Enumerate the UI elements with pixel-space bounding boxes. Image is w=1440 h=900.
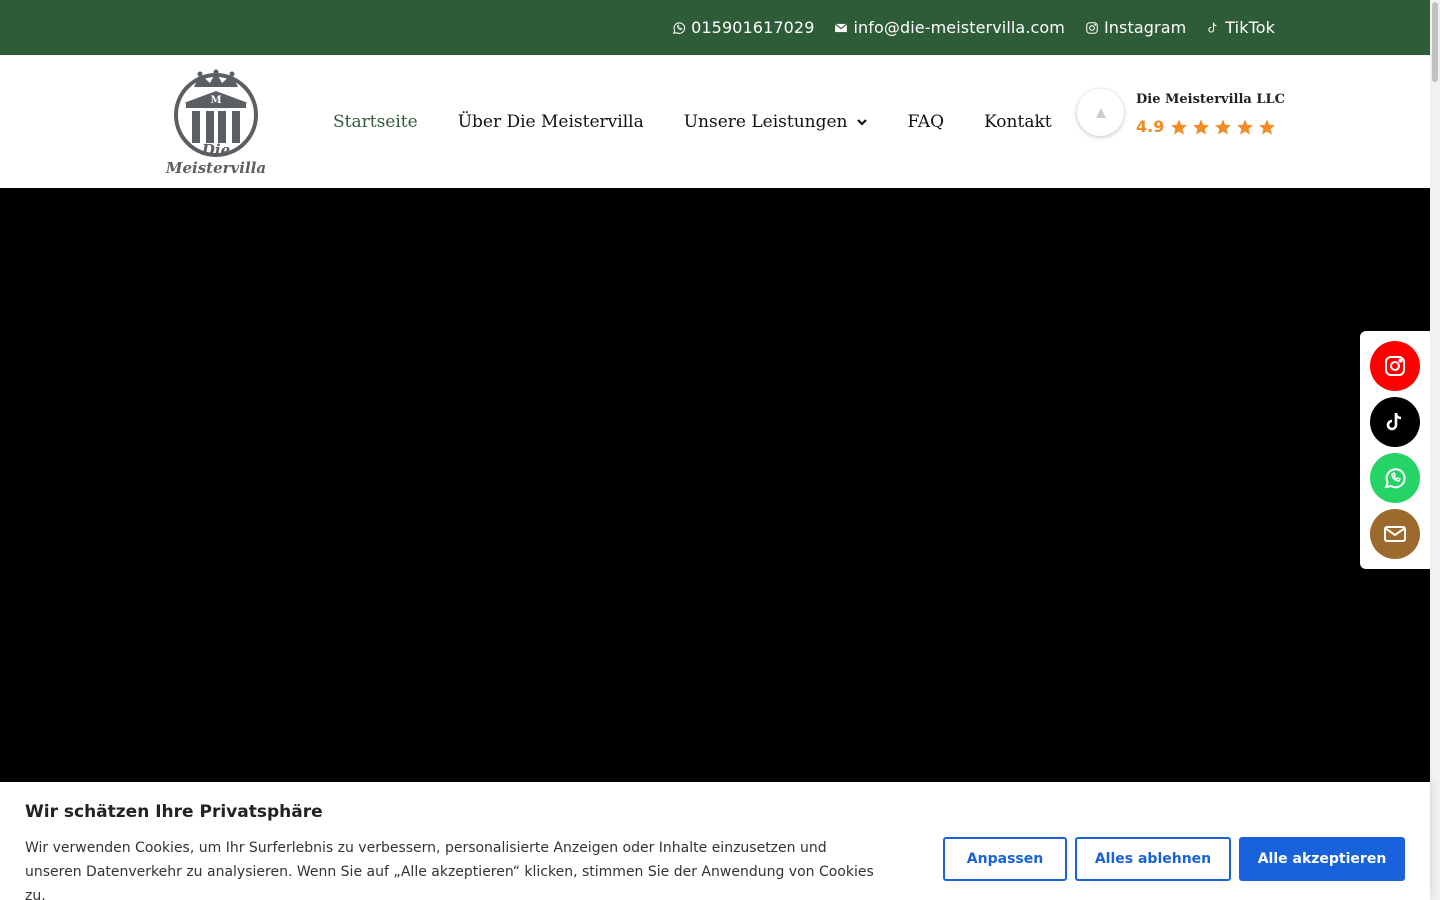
float-mail-button[interactable] [1370,509,1420,559]
nav-label: FAQ [907,111,945,132]
star-icon [1193,119,1210,134]
cookie-banner: Wir schätzen Ihre Privatsphäre Wir verwe… [0,782,1430,900]
rating-score: 4.9 [1136,117,1165,136]
float-whatsapp-button[interactable] [1370,453,1420,503]
nav-label: Startseite [333,111,418,132]
instagram-icon [1385,356,1405,376]
floating-social-bar [1360,331,1430,569]
star-icon [1171,119,1188,134]
rating-avatar [1077,89,1124,136]
nav-item-kontakt[interactable]: Kontakt [984,112,1052,132]
nav-label: Über Die Meistervilla [457,111,644,132]
cookie-accept-button[interactable]: Alle akzeptieren [1239,837,1405,881]
mail-icon [1384,526,1406,542]
star-icon [1237,119,1254,134]
nav-label: Kontakt [984,111,1052,132]
site-logo[interactable]: M Die Meistervilla [160,69,272,179]
instagram-icon [1086,21,1098,34]
instagram-label: Instagram [1103,18,1187,37]
main-nav: Startseite Über Die Meistervilla Unsere … [333,55,1052,188]
site-header: M Die Meistervilla Startseite Über Die M… [0,55,1430,188]
star-icon [1215,119,1232,134]
star-icon [1259,119,1276,134]
logo-monogram: M [210,95,221,106]
email-address: info@die-meistervilla.com [853,18,1065,37]
chevron-down-icon [856,118,867,126]
float-instagram-button[interactable] [1370,341,1420,391]
instagram-link[interactable]: Instagram [1085,18,1186,37]
nav-item-startseite[interactable]: Startseite [333,112,418,132]
rating-business-name: Die Meistervilla LLC [1136,92,1285,107]
warning-icon [1095,107,1106,118]
tiktok-icon [1386,412,1402,431]
nav-item-ueber[interactable]: Über Die Meistervilla [458,112,644,132]
cookie-title: Wir schätzen Ihre Privatsphäre [25,802,323,822]
page-scrollbar[interactable] [1430,0,1440,900]
google-rating-widget[interactable]: Die Meistervilla LLC 4.9 [1077,89,1285,149]
scrollbar-thumb[interactable] [1432,2,1438,82]
email-link[interactable]: info@die-meistervilla.com [834,18,1065,37]
nav-item-leistungen[interactable]: Unsere Leistungen [684,112,868,132]
phone-link[interactable]: 015901617029 [672,18,814,37]
nav-label: Unsere Leistungen [683,111,848,132]
whatsapp-icon [1384,468,1406,489]
tiktok-label: TikTok [1225,18,1275,37]
cookie-reject-button[interactable]: Alles ablehnen [1075,837,1231,881]
top-bar-links: 015901617029 info@die-meistervilla.com I… [672,0,1275,55]
float-tiktok-button[interactable] [1370,397,1420,447]
cookie-customize-button[interactable]: Anpassen [943,837,1067,881]
cookie-text: Wir verwenden Cookies, um Ihr Surferlebn… [25,840,874,900]
nav-item-faq[interactable]: FAQ [908,112,945,132]
envelope-icon [835,22,848,32]
rating-stars-row: 4.9 [1136,117,1276,136]
whatsapp-icon [673,21,686,34]
logo-text: Die Meistervilla [165,141,267,177]
tiktok-icon [1208,22,1217,33]
top-bar: 015901617029 info@die-meistervilla.com I… [0,0,1430,55]
tiktok-link[interactable]: TikTok [1206,18,1275,37]
phone-number: 015901617029 [691,18,815,37]
hero-video-area [0,188,1430,788]
